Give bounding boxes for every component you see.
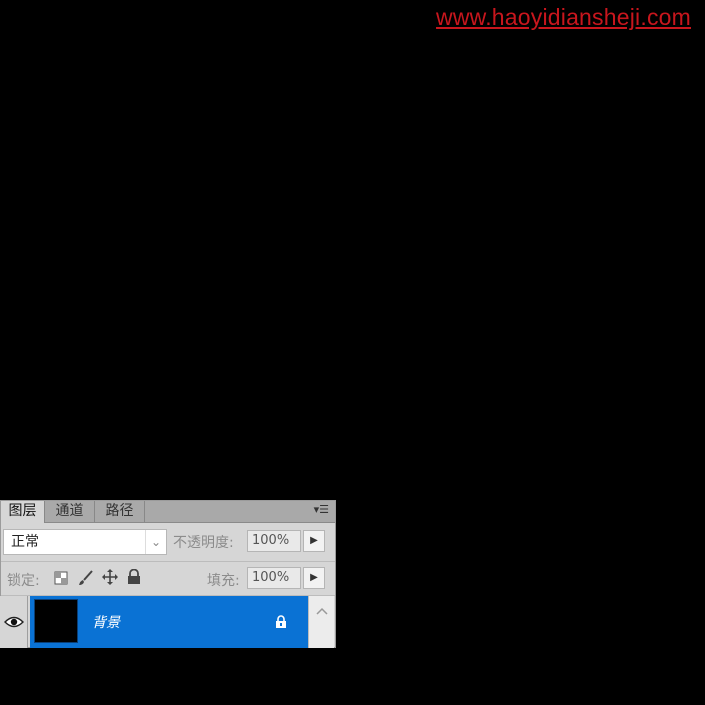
opacity-arrow-button[interactable]: ▶	[303, 530, 325, 552]
tab-layers[interactable]: 图层	[1, 501, 45, 523]
lock-all-icon[interactable]	[127, 568, 141, 585]
layer-selected[interactable]: 背景	[30, 596, 308, 648]
visibility-toggle[interactable]	[0, 596, 28, 648]
lock-icon	[274, 614, 288, 628]
blend-row: 正常 ⌄ 不透明度: 100% ▶	[1, 525, 335, 559]
tab-channels[interactable]: 通道	[45, 501, 95, 522]
layer-thumbnail	[34, 599, 78, 643]
watermark: www.haoyidiansheji.com	[436, 4, 691, 30]
lock-position-icon[interactable]	[102, 569, 118, 585]
eye-icon	[4, 614, 24, 628]
chevron-up-icon[interactable]	[316, 600, 328, 615]
chevron-down-icon[interactable]: ⌄	[145, 530, 166, 554]
blend-mode-value: 正常	[11, 534, 39, 550]
layer-name[interactable]: 背景	[92, 612, 120, 632]
layers-scrollbar[interactable]	[308, 596, 334, 648]
opacity-label: 不透明度:	[173, 535, 234, 551]
lock-paint-icon[interactable]	[78, 570, 94, 586]
divider	[1, 561, 335, 562]
lock-label: 锁定:	[7, 573, 40, 589]
fill-label: 填充:	[207, 573, 240, 589]
tab-paths[interactable]: 路径	[95, 501, 145, 522]
blend-mode-select[interactable]: 正常 ⌄	[3, 529, 167, 555]
layer-row[interactable]: 背景	[0, 596, 308, 648]
fill-arrow-button[interactable]: ▶	[303, 567, 325, 589]
lock-transparent-icon[interactable]	[54, 570, 68, 585]
opacity-input[interactable]: 100%	[247, 530, 301, 552]
panel-menu-icon[interactable]: ▾☰	[314, 503, 329, 516]
fill-input[interactable]: 100%	[247, 567, 301, 589]
panel-tabs: 图层 通道 路径 ▾☰	[1, 501, 335, 523]
